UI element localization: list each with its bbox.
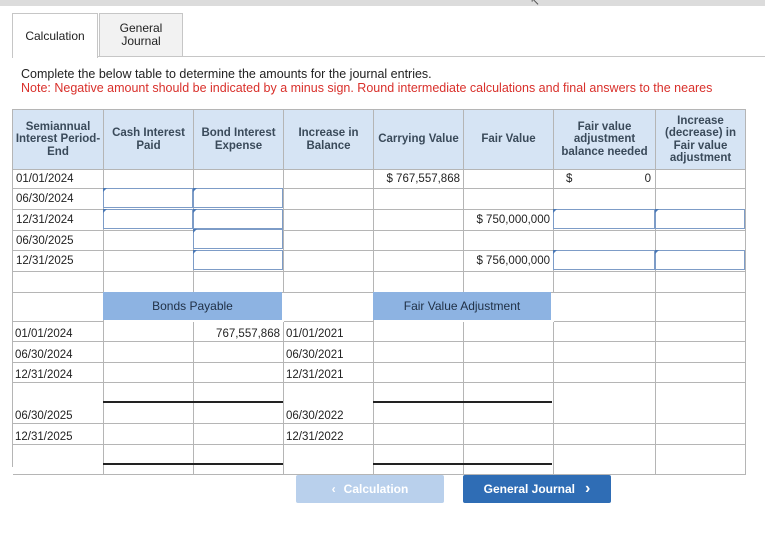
fva-change-input[interactable] — [655, 250, 745, 270]
table-cell — [656, 272, 746, 293]
top-bar — [0, 0, 765, 6]
fva-change-input[interactable] — [655, 209, 745, 229]
bond-interest-expense-input[interactable] — [193, 209, 283, 229]
table-cell — [284, 272, 374, 293]
table-cell — [656, 293, 746, 322]
row-divider — [12, 423, 745, 424]
cash-interest-input[interactable] — [103, 188, 193, 208]
bonds-payable-credit-column — [194, 322, 284, 475]
table-cell — [656, 189, 746, 210]
taccount-right-dates: 01/01/2021 06/30/2021 12/31/2021 06/30/2… — [286, 324, 344, 447]
fva-credit-column — [464, 322, 554, 475]
table-cell — [374, 272, 464, 293]
table-cell — [194, 272, 284, 293]
header-fair-value: Fair Value — [464, 110, 554, 170]
table-cell — [13, 272, 104, 293]
row-divider — [12, 444, 745, 445]
previous-button-label: Calculation — [343, 482, 409, 496]
fva-value: 0 — [644, 173, 651, 185]
table-cell — [464, 189, 554, 210]
bond-interest-expense-input[interactable] — [193, 188, 283, 208]
table-cell — [464, 170, 554, 189]
table-cell — [554, 231, 656, 251]
tab-calculation[interactable]: Calculation — [12, 13, 98, 58]
row-divider — [12, 341, 745, 342]
header-cash-interest: Cash Interest Paid — [104, 110, 194, 170]
table-cell — [374, 251, 464, 272]
bond-interest-expense-input[interactable] — [193, 229, 283, 249]
table-cell — [284, 210, 374, 231]
tab-bar: Calculation General Journal — [12, 13, 765, 58]
table-cell — [13, 293, 104, 322]
fair-value-cell: $ 756,000,000 — [464, 251, 554, 272]
table-cell — [284, 189, 374, 210]
fair-value-adjustment-header: Fair Value Adjustment — [373, 292, 551, 320]
bond-interest-expense-input[interactable] — [193, 250, 283, 270]
table-cell — [464, 272, 554, 293]
total-line — [103, 401, 283, 403]
table-cell — [284, 170, 374, 189]
header-fva-needed: Fair value adjustment balance needed — [554, 110, 656, 170]
table-cell — [554, 189, 656, 210]
fva-needed-input[interactable] — [553, 209, 655, 229]
table-cell — [554, 272, 656, 293]
header-increase-balance: Increase in Balance — [284, 110, 374, 170]
row-date: 01/01/2024 — [13, 170, 104, 189]
table-cell — [374, 210, 464, 231]
header-carrying-value: Carrying Value — [374, 110, 464, 170]
table-cell — [104, 272, 194, 293]
chevron-left-icon: ‹ — [331, 482, 336, 496]
fva-needed-cell: $ 0 — [554, 170, 656, 189]
bonds-payable-header: Bonds Payable — [103, 292, 282, 320]
taccount-left-dates: 01/01/2024 06/30/2024 12/31/2024 06/30/2… — [15, 324, 73, 447]
row-date: 12/31/2025 — [13, 251, 104, 272]
table-cell — [194, 170, 284, 189]
table-cell — [374, 189, 464, 210]
table-cell — [656, 322, 746, 475]
row-divider — [12, 362, 745, 363]
table-cell — [104, 251, 194, 272]
tab-general-journal[interactable]: General Journal — [99, 13, 183, 56]
fair-value-cell: $ 750,000,000 — [464, 210, 554, 231]
row-divider — [12, 382, 745, 383]
table-cell — [104, 170, 194, 189]
table-cell — [464, 231, 554, 251]
table-cell — [284, 251, 374, 272]
header-bond-interest-expense: Bond Interest Expense — [194, 110, 284, 170]
next-general-journal-button[interactable]: General Journal › — [463, 475, 611, 503]
row-date: 12/31/2024 — [13, 210, 104, 231]
table-cell — [374, 231, 464, 251]
row-date: 06/30/2024 — [13, 189, 104, 210]
table-cell — [104, 231, 194, 251]
previous-calculation-button[interactable]: ‹ Calculation — [296, 475, 444, 503]
fva-needed-input[interactable] — [553, 250, 655, 270]
total-line — [373, 401, 552, 403]
chevron-right-icon: › — [585, 480, 591, 497]
cash-interest-input[interactable] — [103, 209, 193, 229]
instruction-text: Complete the below table to determine th… — [21, 67, 432, 81]
bonds-payable-debit-column — [104, 322, 194, 475]
header-fva-change: Increase (decrease) in Fair value adjust… — [656, 110, 746, 170]
table-cell — [656, 170, 746, 189]
table-cell — [656, 231, 746, 251]
table-cell — [554, 293, 656, 322]
next-button-label: General Journal — [483, 482, 576, 496]
instruction-note: Note: Negative amount should be indicate… — [21, 81, 713, 95]
row-date: 06/30/2025 — [13, 231, 104, 251]
total-line — [103, 463, 283, 465]
total-line — [373, 463, 552, 465]
currency-symbol: $ — [566, 173, 573, 185]
calculation-table: Semiannual Interest Period-End Cash Inte… — [12, 109, 746, 475]
header-period: Semiannual Interest Period-End — [13, 110, 104, 170]
carrying-value-cell: $ 767,557,868 — [374, 170, 464, 189]
instructions: Complete the below table to determine th… — [21, 67, 712, 95]
fva-debit-column — [374, 322, 464, 475]
table-cell — [284, 231, 374, 251]
table-cell — [554, 322, 656, 475]
table-cell — [284, 293, 374, 322]
mouse-cursor-icon: ↖ — [530, 0, 541, 8]
